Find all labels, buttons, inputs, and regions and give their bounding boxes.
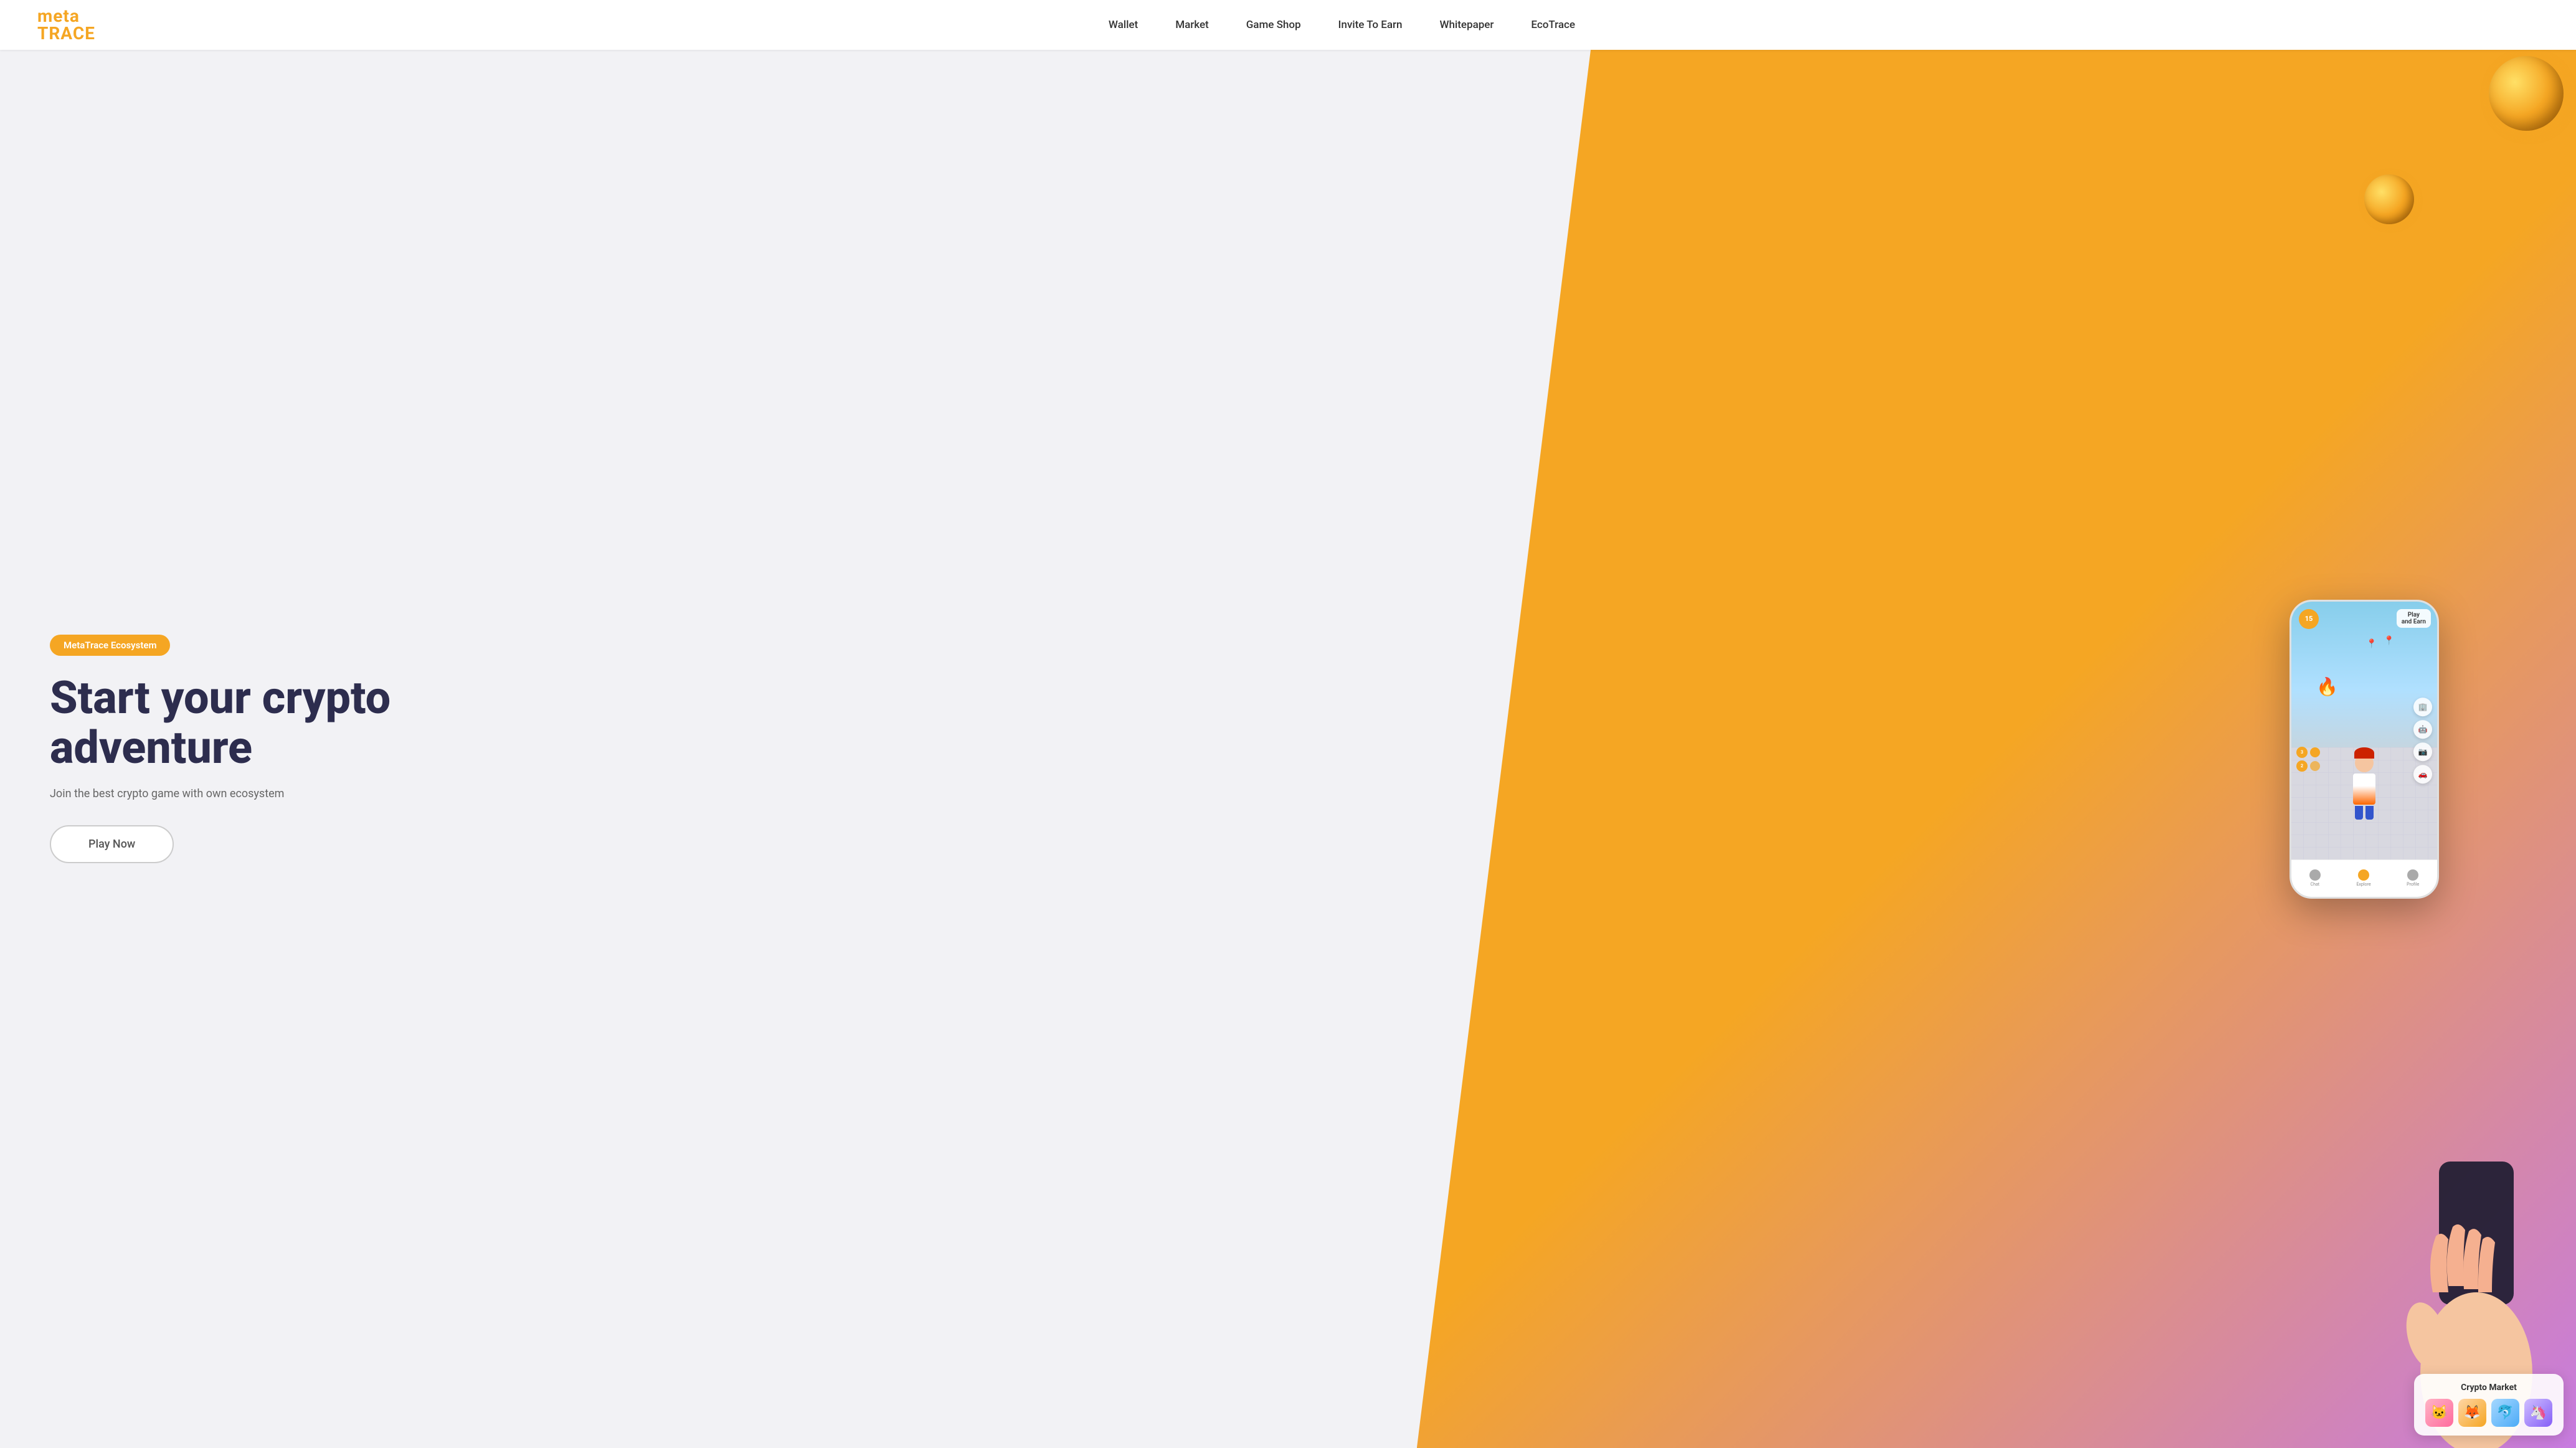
coin-decoration-top (2489, 56, 2564, 131)
nav-links: Wallet Market Game Shop Invite To Earn W… (145, 19, 2539, 31)
hero-subtitle: Join the best crypto game with own ecosy… (50, 787, 391, 800)
char-body (2353, 774, 2375, 805)
phone-icon-explore: Explore (2356, 869, 2370, 887)
phone-side-icons: 🏢 🤖 📷 🚗 (2413, 698, 2432, 783)
phone-rank-items: 3 2 (2296, 747, 2320, 772)
nav-item-market[interactable]: Market (1175, 19, 1209, 31)
phone-character (2342, 754, 2386, 822)
nav-item-whitepaper[interactable]: Whitepaper (1440, 19, 1494, 31)
phone-rank-item-2: 2 (2296, 760, 2320, 772)
crypto-card-2: 🦊 (2458, 1399, 2486, 1427)
crypto-card-3: 🐬 (2491, 1399, 2519, 1427)
crypto-market-title: Crypto Market (2425, 1383, 2552, 1393)
phone-icon-chat: Chat (2309, 869, 2321, 887)
phone-badge: 15 (2299, 609, 2319, 629)
coin-decoration-mid (2364, 174, 2414, 224)
ecosystem-badge: MetaTrace Ecosystem (50, 635, 170, 656)
phone-mockup-wrapper: 15 Play and Earn 🔥 📍 📍 🏢 🤖 📷 (2290, 600, 2439, 899)
nav-item-invite[interactable]: Invite To Earn (1338, 19, 1403, 31)
nav-item-wallet[interactable]: Wallet (1109, 19, 1138, 31)
phone-side-icon-building: 🏢 (2413, 698, 2432, 716)
hero-title: Start your crypto adventure (50, 673, 391, 772)
logo-meta: meta (37, 7, 95, 25)
hero-section: MetaTrace Ecosystem Start your crypto ad… (0, 50, 2576, 1448)
hero-content: MetaTrace Ecosystem Start your crypto ad… (50, 635, 391, 863)
phone-side-icon-robot: 🤖 (2413, 720, 2432, 739)
phone-bottom-bar: Chat Explore Profile (2291, 859, 2437, 897)
map-pin-2: 📍 (2384, 636, 2394, 646)
char-head (2355, 754, 2374, 772)
nav-item-gameshop[interactable]: Game Shop (1246, 19, 1301, 31)
navbar: meta TRACE Wallet Market Game Shop Invit… (0, 0, 2576, 50)
logo[interactable]: meta TRACE (37, 7, 95, 42)
crypto-card-1: 🐱 (2425, 1399, 2453, 1427)
char-hair (2354, 747, 2374, 759)
logo-trace: TRACE (37, 25, 95, 42)
phone-play-earn-label: Play and Earn (2397, 609, 2431, 628)
phone-icon-profile: Profile (2407, 869, 2419, 887)
crypto-cards: 🐱 🦊 🐬 🦄 (2425, 1399, 2552, 1427)
nav-item-ecotrace[interactable]: EcoTrace (1531, 19, 1575, 31)
phone-screen: 15 Play and Earn 🔥 📍 📍 🏢 🤖 📷 (2291, 602, 2437, 897)
phone-side-icon-car: 🚗 (2413, 765, 2432, 783)
phone-side-icon-scan: 📷 (2413, 742, 2432, 761)
phone-rank-item-1: 3 (2296, 747, 2320, 758)
flame-icon: 🔥 (2316, 676, 2338, 697)
play-now-button[interactable]: Play Now (50, 825, 174, 863)
phone-mockup: 15 Play and Earn 🔥 📍 📍 🏢 🤖 📷 (2290, 600, 2439, 899)
char-legs (2342, 806, 2386, 820)
crypto-card-4: 🦄 (2524, 1399, 2552, 1427)
crypto-market-preview: Crypto Market 🐱 🦊 🐬 🦄 (2414, 1374, 2564, 1436)
map-pin-1: 📍 (2366, 639, 2377, 649)
